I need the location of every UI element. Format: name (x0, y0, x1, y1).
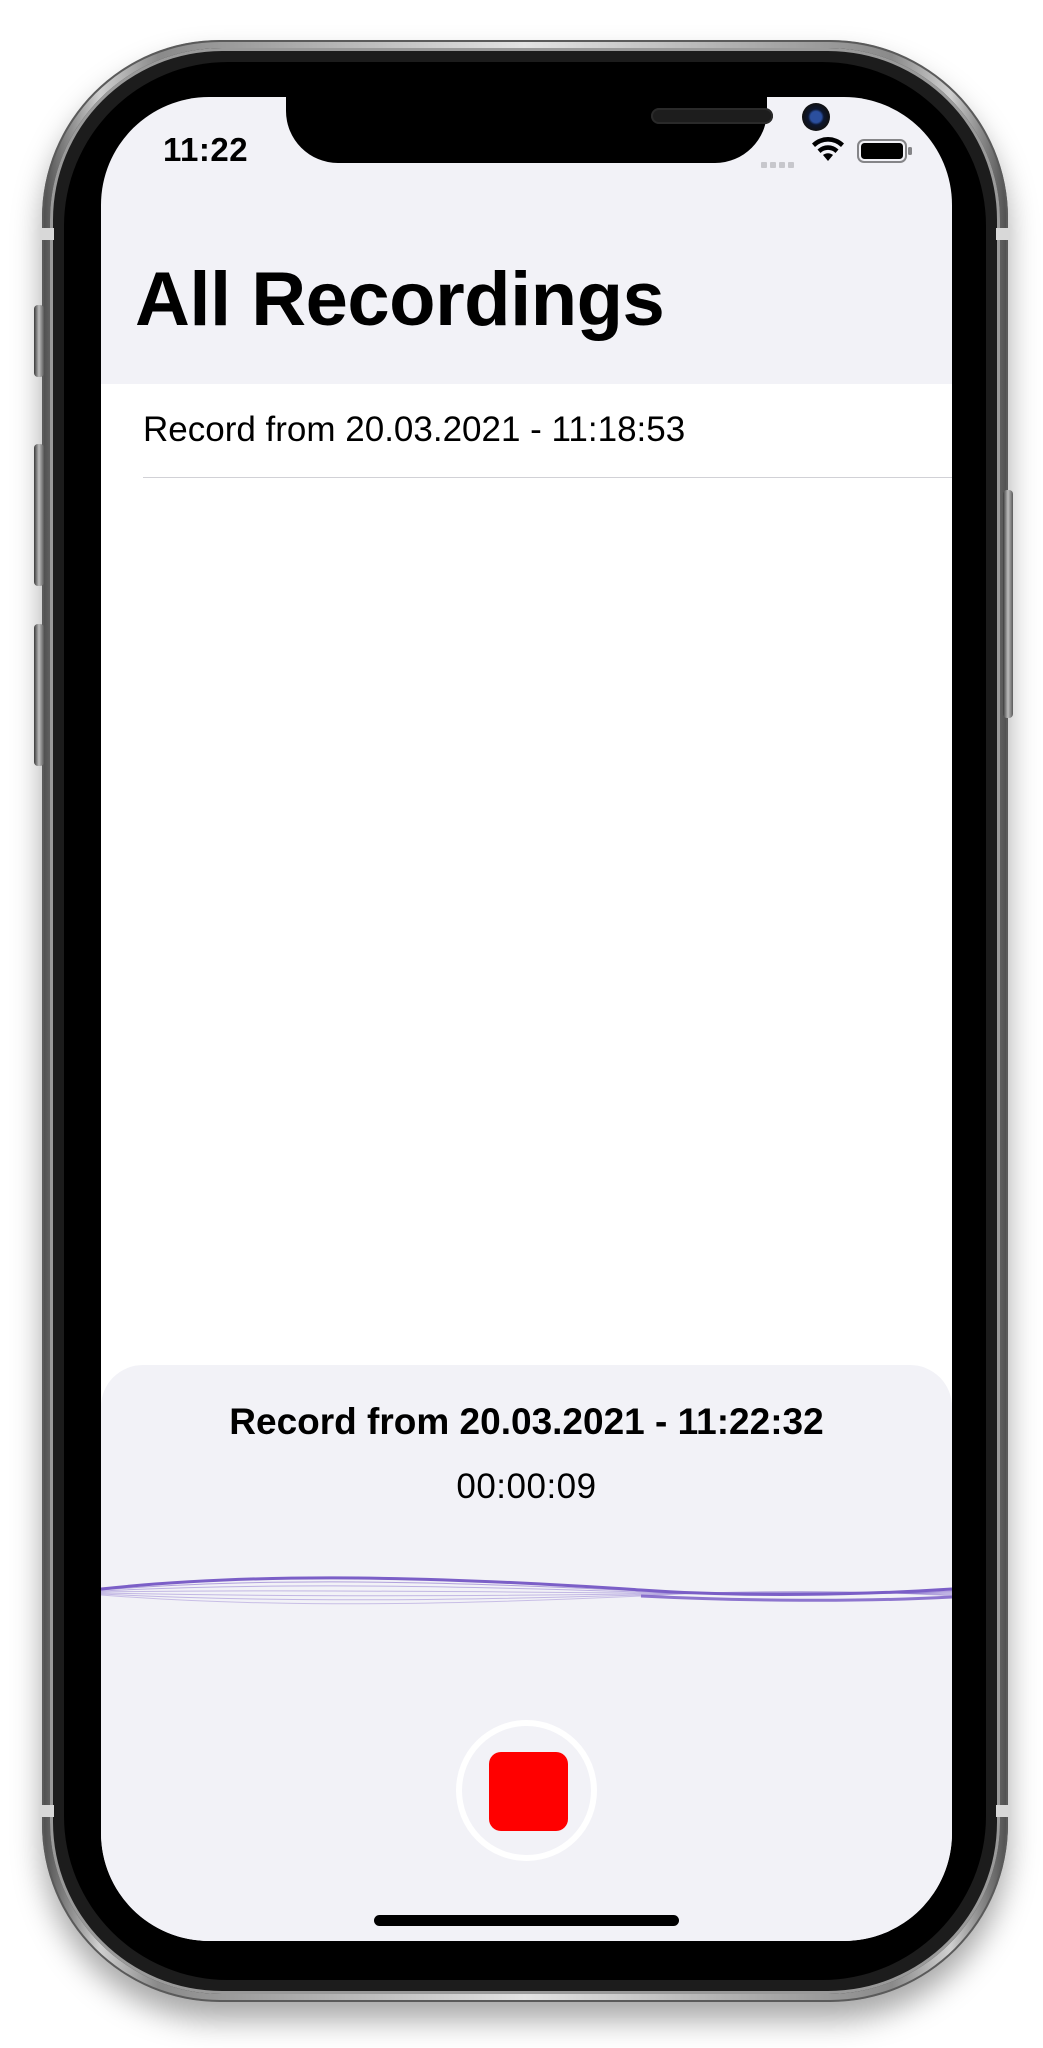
battery-icon (857, 139, 912, 163)
power-button (1003, 490, 1013, 718)
speaker-grille (651, 108, 773, 124)
notch (286, 97, 830, 163)
recorder-panel: Record from 20.03.2021 - 11:22:32 00:00:… (101, 1365, 952, 1941)
stop-recording-button[interactable] (456, 1720, 597, 1861)
wifi-icon (812, 137, 844, 161)
antenna-band (996, 228, 1010, 240)
volume-up-button (34, 444, 44, 586)
row-separator (143, 477, 952, 478)
recording-timer: 00:00:09 (456, 1467, 597, 1506)
cellular-signal-icon (761, 155, 801, 168)
waveform (101, 1576, 952, 1605)
list-item[interactable]: Record from 20.03.2021 - 11:18:53 (101, 384, 952, 478)
antenna-band (996, 1805, 1010, 1817)
list-item-label: Record from 20.03.2021 - 11:18:53 (143, 410, 686, 449)
home-indicator[interactable] (374, 1915, 679, 1926)
recordings-list: Record from 20.03.2021 - 11:18:53 (101, 384, 952, 1484)
mute-switch (34, 305, 44, 377)
front-camera (802, 103, 830, 131)
antenna-band (40, 228, 54, 240)
status-time: 11:22 (163, 131, 249, 168)
volume-down-button (34, 624, 44, 766)
stop-icon (489, 1752, 568, 1831)
current-recording-title: Record from 20.03.2021 - 11:22:32 (229, 1401, 824, 1442)
screen: 11:22 All Recordings Record from 20.03.2… (101, 97, 952, 1941)
page-title: All Recordings (135, 257, 665, 342)
antenna-band (40, 1805, 54, 1817)
